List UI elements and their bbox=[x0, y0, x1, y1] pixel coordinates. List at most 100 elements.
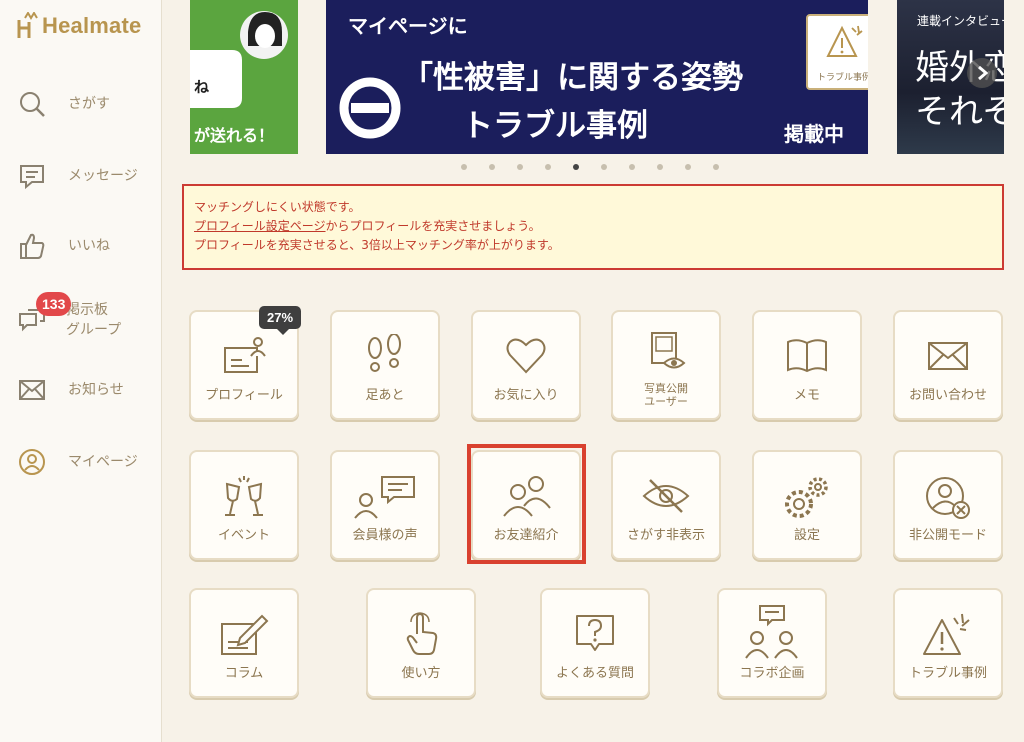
thumbs-up-icon bbox=[16, 230, 48, 262]
banner-center-top: マイページに bbox=[348, 14, 468, 38]
warning-line-3: プロフィールを充実させると、3倍以上マッチング率が上がります。 bbox=[194, 238, 560, 252]
carousel-dot[interactable] bbox=[517, 164, 523, 170]
tile-label: 非公開モード bbox=[908, 528, 987, 543]
tile-footprints[interactable]: 足あと bbox=[330, 310, 440, 420]
sidebar-item-mypage[interactable]: マイページ bbox=[16, 446, 138, 478]
tile-column[interactable]: コラム bbox=[189, 588, 299, 698]
carousel-dots bbox=[461, 164, 719, 170]
carousel-dot[interactable] bbox=[657, 164, 663, 170]
banner-left-bubble: ね bbox=[194, 78, 210, 96]
carousel-dot[interactable] bbox=[461, 164, 467, 170]
warning-line-2-text: からプロフィールを充実させましょう。 bbox=[325, 219, 541, 233]
user-circle-icon bbox=[16, 446, 48, 478]
tile-label: さがす非表示 bbox=[626, 528, 705, 543]
tile-voices[interactable]: 会員様の声 bbox=[330, 450, 440, 560]
tile-label: メモ bbox=[793, 388, 820, 403]
banner-center-main: 「性被害」に関する姿勢 bbox=[402, 60, 743, 96]
tile-label: お問い合わせ bbox=[908, 388, 987, 403]
logo-icon bbox=[17, 12, 38, 38]
banner-right[interactable]: 連載インタビュー 婚外恋 それぞ bbox=[897, 0, 1004, 154]
carousel-dot[interactable] bbox=[601, 164, 607, 170]
user-blocked-icon bbox=[926, 477, 970, 519]
sidebar-item-messages[interactable]: メッセージ bbox=[16, 160, 138, 192]
tile-photo-public[interactable]: 写真公開 ユーザー bbox=[611, 310, 721, 420]
banner-center[interactable]: マイページに 「性被害」に関する姿勢 トラブル事例 掲載中 トラブル事例 bbox=[326, 0, 868, 154]
sidebar-item-likes[interactable]: いいね bbox=[16, 230, 110, 262]
sidebar-item-board[interactable]: 133 掲示板 グループ bbox=[16, 292, 122, 340]
warning-icon bbox=[826, 25, 863, 57]
champagne-icon bbox=[225, 476, 263, 516]
tile-label: 使い方 bbox=[401, 666, 441, 681]
chevron-right-icon bbox=[978, 66, 988, 80]
profile-card-icon bbox=[224, 337, 266, 373]
tile-label: イベント bbox=[217, 528, 270, 543]
selection-highlight bbox=[467, 444, 586, 564]
heart-icon bbox=[506, 338, 546, 374]
logo-text: Healmate bbox=[42, 13, 142, 38]
tile-event[interactable]: イベント bbox=[189, 450, 299, 560]
tile-collab[interactable]: コラボ企画 bbox=[717, 588, 827, 698]
banner-right-line2: それぞ bbox=[915, 92, 1004, 132]
tile-label: 設定 bbox=[793, 528, 820, 543]
banner-left[interactable]: ね が送れる！ bbox=[190, 0, 298, 154]
user-speech-icon bbox=[354, 476, 415, 519]
tile-label: コラム bbox=[224, 666, 264, 681]
tile-label-line2: ユーザー bbox=[644, 395, 688, 408]
carousel-dot[interactable] bbox=[685, 164, 691, 170]
sidebar-item-label-2: グループ bbox=[66, 322, 122, 338]
sidebar-item-notices[interactable]: お知らせ bbox=[16, 374, 124, 406]
carousel-dot[interactable] bbox=[573, 164, 579, 170]
tile-label: コラボ企画 bbox=[739, 666, 805, 681]
warning-icon bbox=[923, 613, 970, 655]
tile-faq[interactable]: よくある質問 bbox=[540, 588, 650, 698]
sidebar-item-label: お知らせ bbox=[68, 382, 124, 398]
tile-hide-search[interactable]: さがす非表示 bbox=[611, 450, 721, 560]
matching-warning: マッチングしにくい状態です。 プロフィール設定ページからプロフィールを充実させま… bbox=[182, 184, 1004, 270]
sidebar-item-label: 掲示板 bbox=[66, 302, 108, 318]
envelope-icon bbox=[16, 374, 48, 406]
carousel-dot[interactable] bbox=[489, 164, 495, 170]
search-icon bbox=[16, 88, 48, 120]
question-bubble-icon bbox=[576, 615, 614, 651]
banner-left-text: が送れる！ bbox=[194, 126, 275, 145]
tile-label: トラブル事例 bbox=[908, 666, 987, 681]
sidebar-item-label: メッセージ bbox=[68, 168, 138, 184]
tile-label: 足あと bbox=[365, 388, 405, 403]
tile-memo[interactable]: メモ bbox=[752, 310, 862, 420]
carousel-dot[interactable] bbox=[713, 164, 719, 170]
eye-slash-icon bbox=[642, 479, 690, 513]
banner-right-top: 連載インタビュー bbox=[917, 14, 1004, 28]
profile-settings-link[interactable]: プロフィール設定ページ bbox=[194, 219, 326, 233]
tile-trouble[interactable]: トラブル事例 bbox=[893, 588, 1003, 698]
logo[interactable]: Healmate bbox=[16, 12, 141, 40]
tile-label: プロフィール bbox=[205, 388, 283, 403]
tile-label: 会員様の声 bbox=[352, 528, 418, 543]
sidebar-item-search[interactable]: さがす bbox=[16, 88, 110, 120]
carousel-next-button[interactable] bbox=[967, 58, 997, 88]
tile-private-mode[interactable]: 非公開モード bbox=[893, 450, 1003, 560]
tile-settings[interactable]: 設定 bbox=[752, 450, 862, 560]
tile-favorites[interactable]: お気に入り bbox=[471, 310, 581, 420]
tile-contact[interactable]: お問い合わせ bbox=[893, 310, 1003, 420]
tile-label-line1: 写真公開 bbox=[644, 382, 688, 395]
tap-hand-icon bbox=[406, 612, 438, 655]
sidebar-item-label: マイページ bbox=[68, 454, 138, 470]
banner-center-sub: トラブル事例 bbox=[462, 108, 648, 144]
notification-badge: 133 bbox=[36, 292, 72, 316]
photo-eye-icon bbox=[651, 332, 686, 369]
tile-label: お気に入り bbox=[493, 388, 559, 403]
pen-paper-icon bbox=[221, 614, 269, 655]
carousel-dot[interactable] bbox=[545, 164, 551, 170]
warning-line-2: プロフィール設定ページからプロフィールを充実させましょう。 bbox=[194, 217, 992, 236]
carousel-dot[interactable] bbox=[629, 164, 635, 170]
sidebar-item-label: さがす bbox=[68, 96, 110, 112]
tile-label: 写真公開 ユーザー bbox=[613, 382, 719, 408]
banner-center-tag: トラブル事例 bbox=[806, 14, 868, 90]
tile-howto[interactable]: 使い方 bbox=[366, 588, 476, 698]
board-icon: 133 bbox=[16, 292, 72, 336]
tile-label: よくある質問 bbox=[555, 666, 634, 681]
envelope-icon bbox=[928, 342, 968, 370]
book-icon bbox=[787, 339, 827, 373]
gears-icon bbox=[785, 477, 828, 518]
warning-line-1: マッチングしにくい状態です。 bbox=[194, 200, 361, 214]
